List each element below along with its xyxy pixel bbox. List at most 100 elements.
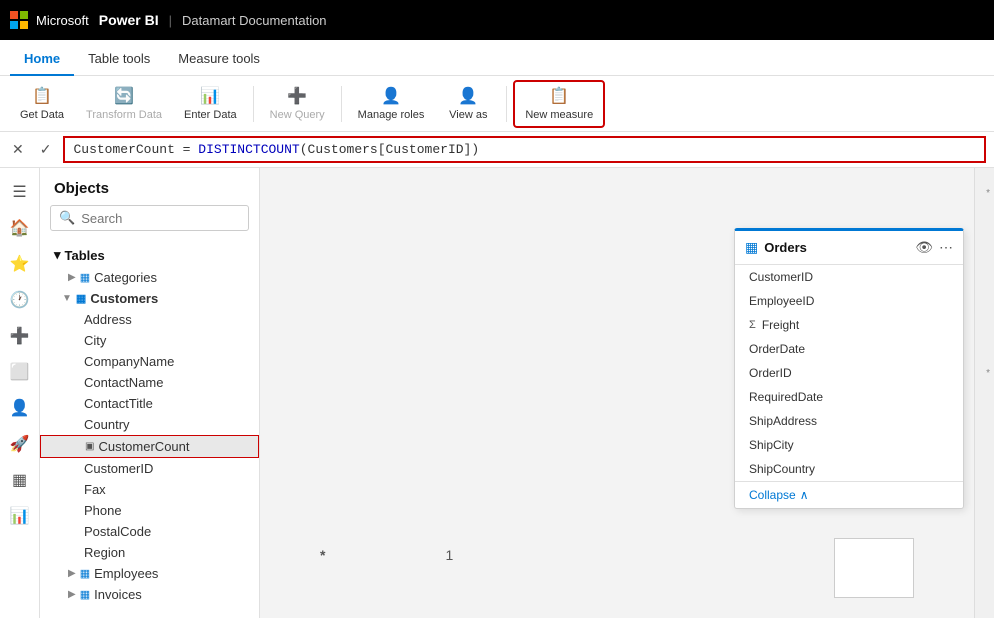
search-input[interactable]: [81, 211, 240, 226]
requireddate-field-label: RequiredDate: [749, 390, 823, 404]
customerid-label: CustomerID: [84, 461, 153, 476]
orders-collapse-chevron: ∧: [800, 488, 809, 502]
tree-item-contactname[interactable]: ContactName: [40, 372, 259, 393]
new-query-button[interactable]: ➕ New Query: [260, 82, 335, 125]
ms-green: [20, 11, 28, 19]
employeeid-field-label: EmployeeID: [749, 294, 814, 308]
orders-field-customerid[interactable]: CustomerID: [735, 265, 963, 289]
formula-input-container[interactable]: CustomerCount = DISTINCTCOUNT(Customers[…: [63, 136, 986, 163]
customercount-measure-icon: ▣: [85, 441, 94, 452]
view-as-button[interactable]: 👤 View as: [436, 80, 500, 128]
search-box[interactable]: 🔍: [50, 205, 249, 231]
transform-data-label: Transform Data: [86, 109, 162, 121]
view-as-label: View as: [449, 109, 487, 121]
manage-roles-icon: 👤: [381, 86, 401, 106]
tree-item-country[interactable]: Country: [40, 414, 259, 435]
contacttitle-label: ContactTitle: [84, 396, 153, 411]
fax-label: Fax: [84, 482, 106, 497]
shipcity-field-label: ShipCity: [749, 438, 794, 452]
orders-card: ▦ Orders 👁 ⋯ CustomerID EmployeeID Σ Fre…: [734, 228, 964, 509]
get-data-button[interactable]: 📋 Get Data: [10, 80, 74, 128]
categories-expand-icon: ▶: [68, 272, 76, 283]
tree-item-phone[interactable]: Phone: [40, 500, 259, 521]
separator-2: [341, 86, 342, 122]
transform-data-button[interactable]: 🔄 Transform Data: [76, 80, 172, 128]
sidebar-rocket-icon[interactable]: 🚀: [4, 428, 36, 460]
objects-title: Objects: [40, 168, 259, 205]
app-subtitle: Datamart Documentation: [182, 13, 327, 28]
formula-function: DISTINCTCOUNT: [198, 142, 299, 157]
enter-data-icon: 📊: [200, 86, 220, 106]
contactname-label: ContactName: [84, 375, 163, 390]
new-measure-icon: 📋: [549, 86, 569, 106]
tree-item-city[interactable]: City: [40, 330, 259, 351]
sidebar-menu-icon[interactable]: ☰: [4, 176, 36, 208]
tree-item-customerid[interactable]: CustomerID: [40, 458, 259, 479]
new-measure-button[interactable]: 📋 New measure: [513, 80, 605, 128]
invoices-table-icon: ▦: [80, 588, 90, 601]
tree-item-region[interactable]: Region: [40, 542, 259, 563]
tree-item-contacttitle[interactable]: ContactTitle: [40, 393, 259, 414]
orders-field-orderdate[interactable]: OrderDate: [735, 337, 963, 361]
tree-item-address[interactable]: Address: [40, 309, 259, 330]
formula-confirm-button[interactable]: ✓: [36, 139, 56, 160]
orders-field-shipaddress[interactable]: ShipAddress: [735, 409, 963, 433]
orders-field-orderid[interactable]: OrderID: [735, 361, 963, 385]
orders-preview-icon[interactable]: 👁: [915, 239, 933, 256]
sidebar-chart-icon[interactable]: 📊: [4, 500, 36, 532]
tree-section: ▾ Tables ▶ ▦ Categories ▼ ▦ Customers Ad…: [40, 239, 259, 618]
orders-field-employeeid[interactable]: EmployeeID: [735, 289, 963, 313]
orders-more-icon[interactable]: ⋯: [939, 239, 953, 256]
sidebar-home-icon[interactable]: 🏠: [4, 212, 36, 244]
tab-table-tools[interactable]: Table tools: [74, 43, 164, 76]
tree-item-categories[interactable]: ▶ ▦ Categories: [40, 267, 259, 288]
phone-label: Phone: [84, 503, 122, 518]
orders-field-requireddate[interactable]: RequiredDate: [735, 385, 963, 409]
country-label: Country: [84, 417, 130, 432]
bottom-marker-asterisk: *: [320, 547, 325, 563]
sidebar-square-icon[interactable]: ⬜: [4, 356, 36, 388]
scrollbar[interactable]: * *: [974, 168, 994, 618]
scrollbar-marker-bottom: *: [986, 368, 990, 379]
sidebar-plus-icon[interactable]: ➕: [4, 320, 36, 352]
sidebar-star-icon[interactable]: ⭐: [4, 248, 36, 280]
separator-1: [253, 86, 254, 122]
ms-yellow: [20, 21, 28, 29]
tab-measure-tools[interactable]: Measure tools: [164, 43, 274, 76]
orders-field-freight[interactable]: Σ Freight: [735, 313, 963, 337]
orders-field-shipcountry[interactable]: ShipCountry: [735, 457, 963, 481]
customercount-label: CustomerCount: [98, 439, 189, 454]
app-logo: Microsoft: [10, 11, 89, 29]
sidebar-table-icon[interactable]: ▦: [4, 464, 36, 496]
tab-home[interactable]: Home: [10, 43, 74, 76]
formula-text-static: CustomerCount = DISTINCTCOUNT(Customers[…: [73, 142, 479, 157]
customers-table-icon: ▦: [76, 292, 86, 305]
tables-group-header[interactable]: ▾ Tables: [40, 243, 259, 267]
tree-item-postalcode[interactable]: PostalCode: [40, 521, 259, 542]
ribbon-toolbar: 📋 Get Data 🔄 Transform Data 📊 Enter Data…: [0, 76, 994, 132]
tree-item-fax[interactable]: Fax: [40, 479, 259, 500]
enter-data-button[interactable]: 📊 Enter Data: [174, 80, 247, 128]
invoices-expand-icon: ▶: [68, 589, 76, 600]
sidebar-people-icon[interactable]: 👤: [4, 392, 36, 424]
manage-roles-button[interactable]: 👤 Manage roles: [348, 80, 435, 128]
tables-label: Tables: [65, 248, 105, 263]
tree-item-employees[interactable]: ▶ ▦ Employees: [40, 563, 259, 584]
tree-item-companyname[interactable]: CompanyName: [40, 351, 259, 372]
shipaddress-field-label: ShipAddress: [749, 414, 817, 428]
city-label: City: [84, 333, 106, 348]
orderid-field-label: OrderID: [749, 366, 792, 380]
tree-item-invoices[interactable]: ▶ ▦ Invoices: [40, 584, 259, 605]
formula-cancel-button[interactable]: ✕: [8, 139, 28, 160]
side-icons: ☰ 🏠 ⭐ 🕐 ➕ ⬜ 👤 🚀 ▦ 📊: [0, 168, 40, 618]
separator-3: [506, 86, 507, 122]
orders-field-shipcity[interactable]: ShipCity: [735, 433, 963, 457]
freight-field-label: Freight: [762, 318, 799, 332]
tree-item-customers[interactable]: ▼ ▦ Customers: [40, 288, 259, 309]
manage-roles-label: Manage roles: [358, 109, 425, 121]
orders-collapse-button[interactable]: Collapse ∧: [735, 481, 963, 508]
orderdate-field-label: OrderDate: [749, 342, 805, 356]
tree-item-customercount[interactable]: ▣ CustomerCount: [40, 435, 259, 458]
categories-label: Categories: [94, 270, 157, 285]
sidebar-clock-icon[interactable]: 🕐: [4, 284, 36, 316]
